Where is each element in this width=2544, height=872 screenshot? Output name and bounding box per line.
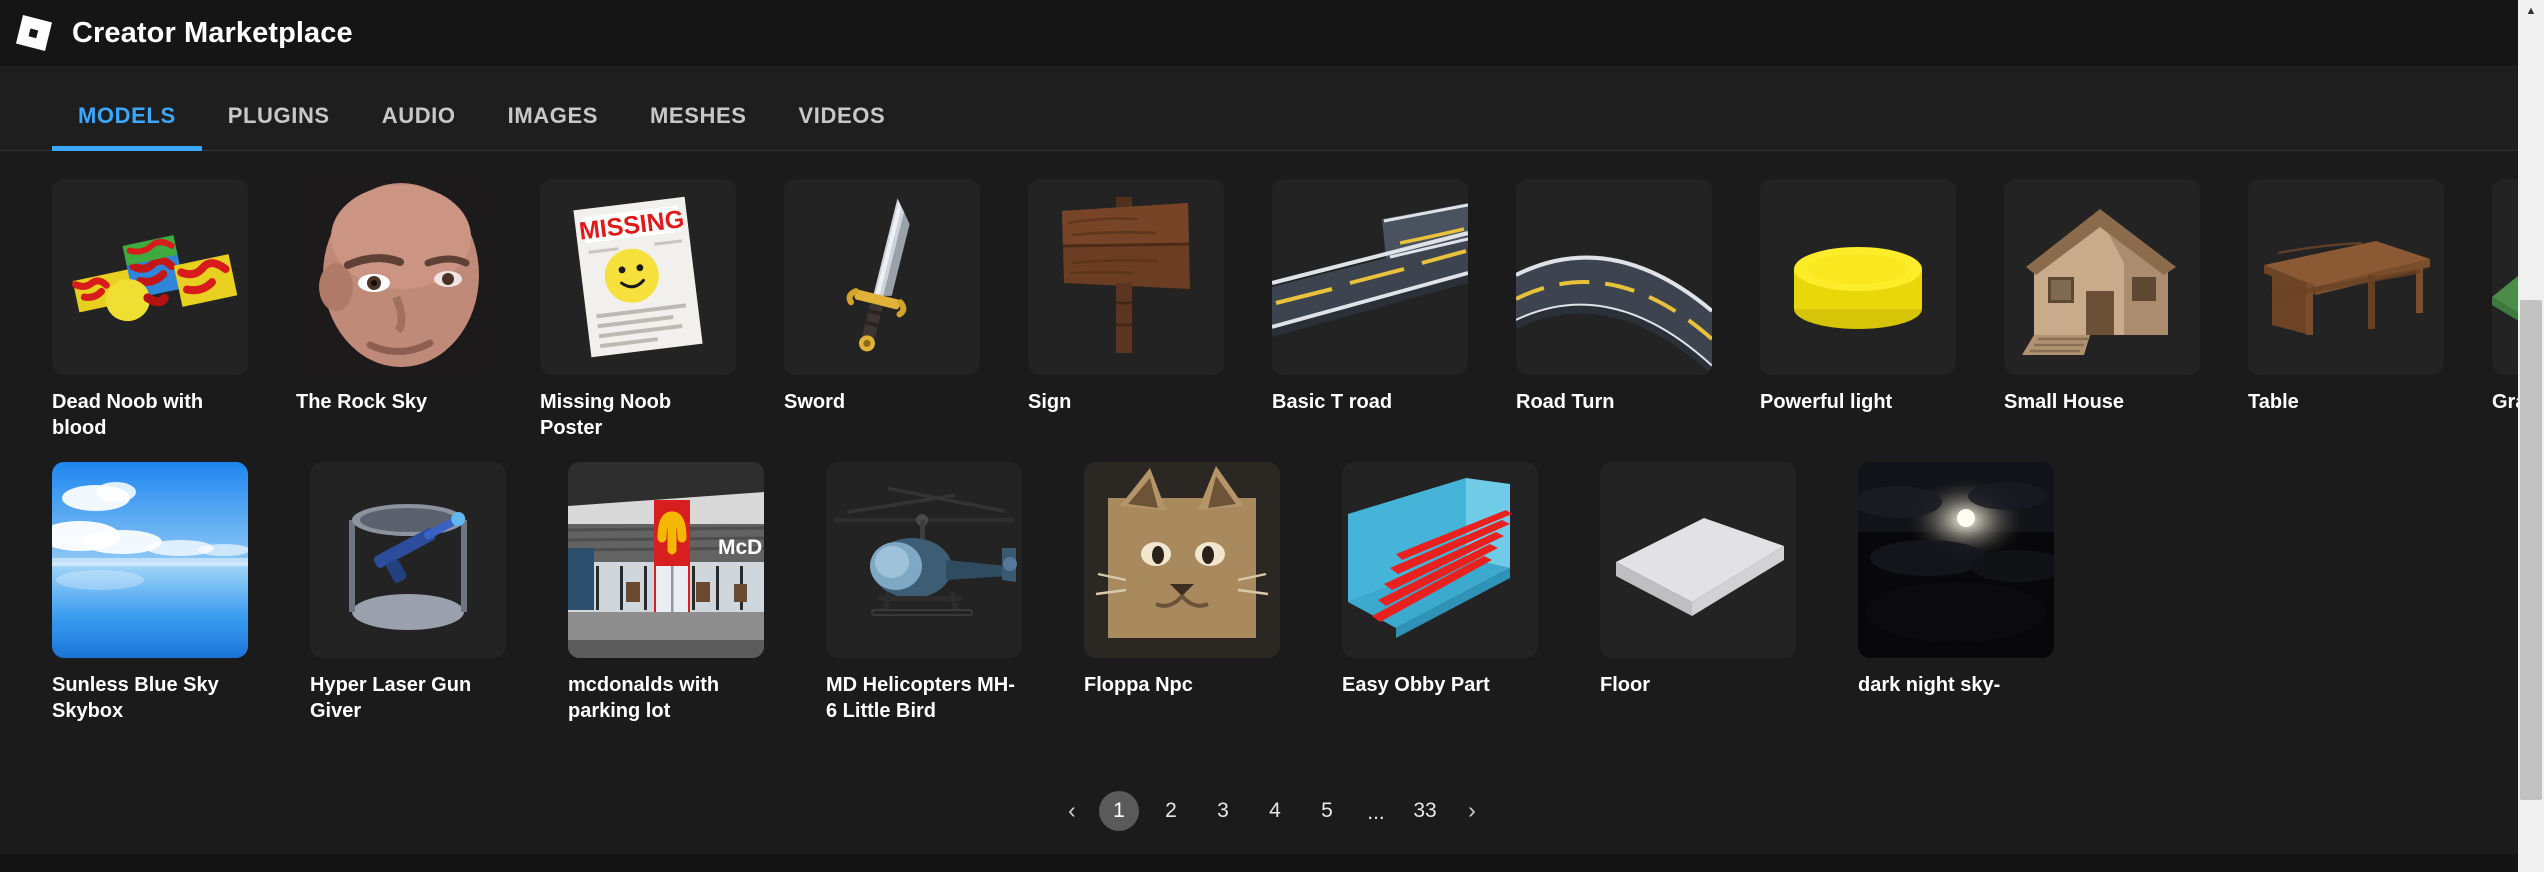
asset-title: MD Helicopters MH-6 Little Bird <box>826 673 1015 723</box>
asset-card[interactable]: Dead Noob with blood <box>52 179 248 442</box>
scrollbar-thumb[interactable] <box>2520 300 2542 800</box>
asset-card[interactable]: Basic T road <box>1272 179 1468 442</box>
asset-title: Powerful light <box>1760 391 1893 413</box>
tab-audio[interactable]: AUDIO <box>356 103 482 150</box>
road-turn-thumb <box>1516 179 1712 375</box>
bottom-strip <box>0 854 2518 872</box>
asset-card[interactable]: Sign <box>1028 179 1224 442</box>
asset-title: Table <box>2248 391 2299 413</box>
roblox-logo-icon <box>14 13 54 53</box>
obby-stairs-thumb <box>1342 461 1538 658</box>
noob-blood-thumb <box>52 179 248 375</box>
sword-thumb <box>784 179 980 375</box>
asset-title: Floppa Npc <box>1084 673 1193 696</box>
pagination-page-1[interactable]: 1 <box>1099 790 1139 831</box>
asset-card[interactable]: Hyper Laser Gun Giver <box>310 461 520 725</box>
asset-card[interactable]: Sunless Blue Sky Skybox <box>52 461 262 725</box>
asset-card[interactable]: MISSING Missing Noob Poster <box>540 179 736 442</box>
rock-face-thumb <box>296 179 492 375</box>
results-row-1: Dead Noob with blood The Rock Sky MISSIN… <box>52 179 2544 442</box>
pagination-page-2[interactable]: 2 <box>1151 791 1191 831</box>
night-sky-thumb <box>1858 461 2054 658</box>
tab-meshes[interactable]: MESHES <box>624 103 773 150</box>
category-tab-bar: MODELS PLUGINS AUDIO IMAGES MESHES VIDEO… <box>0 66 2544 151</box>
page-title: Creator Marketplace <box>72 16 353 49</box>
tab-videos[interactable]: VIDEOS <box>773 103 912 150</box>
asset-title: Missing Noob Poster <box>540 391 672 440</box>
pagination-page-last[interactable]: 33 <box>1405 791 1445 831</box>
tab-models[interactable]: MODELS <box>52 103 202 151</box>
scroll-up-icon[interactable]: ▲ <box>2518 6 2544 17</box>
tab-images[interactable]: IMAGES <box>482 103 624 150</box>
pagination-next-button[interactable]: › <box>1455 791 1489 831</box>
asset-card[interactable]: MD Helicopters MH-6 Little Bird <box>826 461 1036 725</box>
laser-gun-giver-thumb <box>310 461 506 658</box>
results-row-2: Sunless Blue Sky Skybox Hyper Laser Gun … <box>52 461 2544 725</box>
asset-card[interactable]: Small House <box>2004 179 2200 442</box>
asset-card[interactable]: Powerful light <box>1760 179 1956 442</box>
floppa-npc-thumb <box>1084 461 1280 658</box>
pagination-ellipsis: ... <box>1367 800 1385 824</box>
asset-title: Dead Noob with blood <box>52 391 204 440</box>
asset-title: mcdonalds with parking lot <box>568 673 720 723</box>
pagination-prev-button[interactable]: ‹ <box>1055 791 1089 831</box>
vertical-scrollbar[interactable]: ▲ <box>2518 0 2544 872</box>
asset-card[interactable]: The Rock Sky <box>296 179 492 442</box>
asset-card[interactable]: McD mcdonalds with parking lot <box>568 461 778 725</box>
pagination-page-3[interactable]: 3 <box>1203 791 1243 831</box>
asset-card[interactable]: Floppa Npc <box>1084 461 1294 725</box>
mcdonalds-thumb: McD <box>568 461 764 658</box>
asset-title: Basic T road <box>1272 391 1393 413</box>
asset-title: Sign <box>1028 391 1072 413</box>
asset-title: Easy Obby Part <box>1342 673 1490 696</box>
wooden-table-thumb <box>2248 179 2444 375</box>
asset-title: Sword <box>784 391 846 413</box>
pagination-page-4[interactable]: 4 <box>1255 791 1295 831</box>
floor-slab-thumb <box>1600 461 1796 658</box>
asset-card[interactable]: dark night sky- <box>1858 461 2068 725</box>
creator-marketplace-window: Creator Marketplace MODELS PLUGINS AUDIO… <box>0 0 2544 872</box>
missing-poster-thumb: MISSING <box>540 179 736 375</box>
asset-title: Floor <box>1600 673 1650 696</box>
tab-plugins[interactable]: PLUGINS <box>202 103 356 150</box>
t-road-thumb <box>1272 179 1468 375</box>
asset-card[interactable]: Easy Obby Part <box>1342 461 1552 725</box>
asset-card[interactable]: Road Turn <box>1516 179 1712 442</box>
title-bar: Creator Marketplace <box>0 0 2544 66</box>
blue-sky-thumb <box>52 461 248 658</box>
wooden-sign-thumb <box>1028 179 1224 375</box>
svg-text:McD: McD <box>718 536 762 559</box>
results-grid: Dead Noob with blood The Rock Sky MISSIN… <box>0 151 2544 831</box>
asset-title: The Rock Sky <box>296 391 428 413</box>
asset-title: dark night sky- <box>1858 673 2001 696</box>
asset-title: Small House <box>2004 391 2125 413</box>
helicopter-thumb <box>826 461 1022 658</box>
small-house-thumb <box>2004 179 2200 375</box>
pagination: ‹ 1 2 3 4 5 ... 33 › <box>52 790 2544 831</box>
yellow-light-thumb <box>1760 179 1956 375</box>
asset-title: Sunless Blue Sky Skybox <box>52 673 219 723</box>
asset-title: Hyper Laser Gun Giver <box>310 673 472 723</box>
asset-card[interactable]: Sword <box>784 179 980 442</box>
asset-card[interactable]: Floor <box>1600 461 1810 725</box>
asset-card[interactable]: Table <box>2248 179 2444 442</box>
asset-title: Road Turn <box>1516 391 1615 413</box>
pagination-page-5[interactable]: 5 <box>1307 791 1347 831</box>
